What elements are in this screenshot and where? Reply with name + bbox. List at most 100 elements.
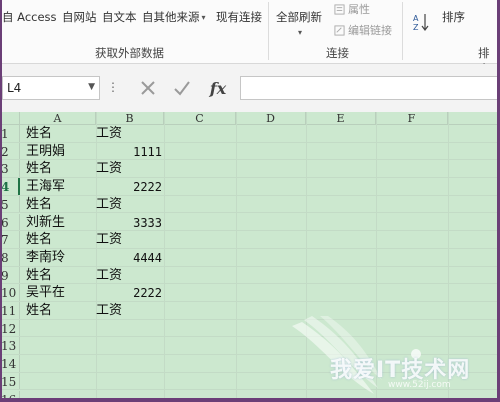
existing-connections-label: 现有连接 — [216, 10, 262, 24]
row-header[interactable]: 16 — [0, 390, 20, 398]
cell-b[interactable]: 工资 — [96, 160, 164, 178]
enter-button[interactable] — [168, 76, 196, 100]
group-label-external-data: 获取外部数据 — [95, 46, 164, 60]
from-other-sources-button[interactable]: 自其他来源 ▾ — [142, 8, 206, 26]
edit-links-label: 编辑链接 — [348, 24, 392, 37]
cell-a[interactable]: 李南玲 — [26, 249, 65, 267]
table-row: 16 — [0, 390, 500, 398]
row-header[interactable]: 2 — [0, 142, 20, 160]
cell-a[interactable]: 王海军 — [26, 178, 65, 196]
formula-input[interactable] — [240, 76, 498, 100]
refresh-all-button[interactable]: 全部刷新 — [276, 8, 322, 26]
refresh-all-label: 全部刷新 — [276, 10, 322, 24]
group-divider — [402, 2, 403, 60]
table-row: 4 王海军 2222 — [0, 178, 500, 196]
cell-b[interactable]: 工资 — [96, 267, 164, 285]
from-text-button[interactable]: 自文本 — [102, 8, 137, 26]
cell-b[interactable]: 工资 — [96, 196, 164, 214]
column-header-f[interactable]: F — [376, 112, 448, 125]
edit-links-button[interactable]: 编辑链接 — [334, 23, 392, 37]
name-box[interactable]: L4 ▼ — [2, 76, 100, 100]
cell-a[interactable]: 姓名 — [26, 160, 52, 178]
row-header[interactable]: 10 — [0, 284, 20, 301]
table-row: 12 — [0, 319, 500, 338]
table-row: 2 王明娟 1111 — [0, 142, 500, 161]
column-header-e[interactable]: E — [306, 112, 376, 125]
row-header[interactable]: 13 — [0, 337, 20, 355]
properties-label: 属性 — [348, 3, 370, 16]
row-header[interactable]: 14 — [0, 355, 20, 372]
column-header-d[interactable]: D — [236, 112, 306, 125]
cell-a[interactable]: 姓名 — [26, 267, 52, 285]
sort-label: 排序 — [442, 10, 465, 24]
properties-icon — [334, 3, 345, 15]
cell-b[interactable]: 4444 — [96, 249, 162, 267]
svg-text:A: A — [413, 14, 419, 23]
cell-b[interactable]: 2222 — [96, 284, 162, 302]
column-header-c[interactable]: C — [164, 112, 236, 125]
table-row: 9 姓名 工资 — [0, 266, 500, 285]
sort-az-button[interactable]: A Z — [412, 12, 430, 32]
fx-icon: fx — [209, 78, 227, 98]
sort-button[interactable]: 排序 — [442, 8, 465, 26]
cell-a[interactable]: 姓名 — [26, 231, 52, 249]
table-row: 1 姓名 工资 — [0, 125, 500, 143]
sort-az-icon: A Z — [413, 14, 429, 32]
row-header[interactable]: 1 — [0, 125, 20, 142]
from-web-label: 自网站 — [62, 10, 97, 24]
cell-a[interactable]: 王明娟 — [26, 143, 65, 161]
cell-a[interactable]: 姓名 — [26, 125, 52, 143]
cell-a[interactable]: 姓名 — [26, 196, 52, 214]
table-row: 10 吴平在 2222 — [0, 284, 500, 302]
existing-connections-button[interactable]: 现有连接 — [216, 8, 262, 26]
refresh-dropdown-icon[interactable]: ▾ — [298, 28, 302, 37]
group-label-connections: 连接 — [326, 46, 349, 60]
table-row: 8 李南玲 4444 — [0, 248, 500, 267]
cell-a[interactable]: 姓名 — [26, 302, 52, 320]
row-header[interactable]: 5 — [0, 195, 20, 213]
cell-a[interactable]: 刘新生 — [26, 214, 65, 232]
cell-b[interactable]: 工资 — [96, 125, 164, 143]
from-web-button[interactable]: 自网站 — [62, 8, 97, 26]
cell-a[interactable]: 吴平在 — [26, 284, 65, 302]
chevron-down-icon: ▾ — [201, 12, 206, 22]
from-access-button[interactable]: 自 Access — [2, 8, 57, 26]
from-text-label: 自文本 — [102, 10, 137, 24]
column-header-a[interactable]: A — [20, 112, 96, 125]
insert-function-button[interactable]: fx — [204, 76, 232, 100]
from-access-label: 自 Access — [2, 10, 57, 24]
cell-b[interactable]: 3333 — [96, 214, 162, 232]
row-header[interactable]: 6 — [0, 213, 20, 231]
cell-b[interactable]: 工资 — [96, 302, 164, 320]
chevron-down-icon[interactable]: ▼ — [88, 82, 95, 92]
row-header[interactable]: 11 — [0, 302, 20, 319]
formula-buttons: fx — [128, 76, 238, 100]
row-header[interactable]: 9 — [0, 266, 20, 284]
row-header[interactable]: 7 — [0, 231, 20, 248]
watermark-url: www.52ij.com — [388, 380, 451, 390]
cell-b[interactable]: 2222 — [96, 178, 162, 196]
cancel-button[interactable] — [134, 76, 162, 100]
cell-b[interactable]: 1111 — [96, 143, 162, 161]
close-icon — [141, 81, 155, 95]
table-row: 7 姓名 工资 — [0, 231, 500, 249]
column-header-b[interactable]: B — [96, 112, 164, 125]
table-row: 6 刘新生 3333 — [0, 213, 500, 232]
name-box-value: L4 — [7, 81, 22, 95]
row-header[interactable]: 12 — [0, 319, 20, 337]
window-frame-bottom — [0, 398, 500, 402]
from-other-sources-label: 自其他来源 — [142, 10, 200, 24]
select-all-corner[interactable] — [0, 112, 20, 125]
table-row: 3 姓名 工资 — [0, 160, 500, 179]
more-options-icon[interactable]: ⋮ — [107, 80, 119, 94]
table-row: 11 姓名 工资 — [0, 302, 500, 320]
group-divider — [268, 2, 269, 60]
row-header[interactable]: 3 — [0, 160, 20, 178]
cell-b[interactable]: 工资 — [96, 231, 164, 249]
check-icon — [174, 81, 190, 96]
row-header[interactable]: 4 — [0, 178, 20, 195]
row-header[interactable]: 8 — [0, 248, 20, 266]
row-header[interactable]: 15 — [0, 372, 20, 390]
properties-button[interactable]: 属性 — [334, 2, 370, 16]
table-row: 5 姓名 工资 — [0, 195, 500, 214]
